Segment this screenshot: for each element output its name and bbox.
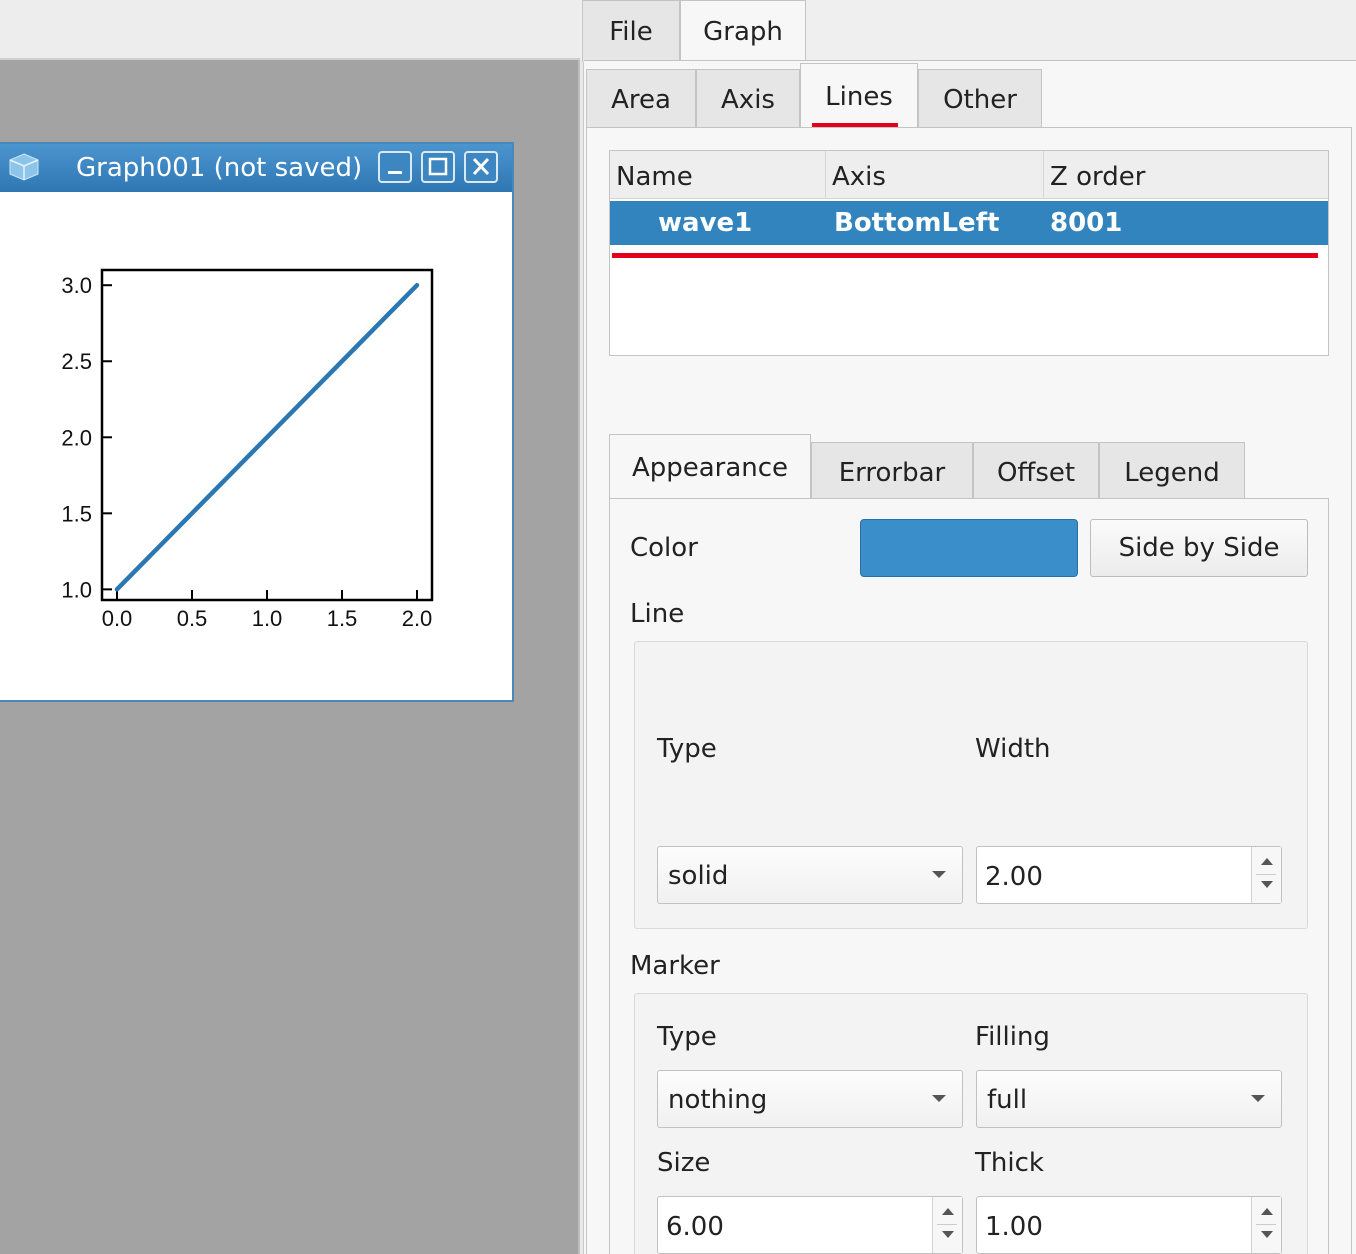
spin-arrows[interactable]	[1251, 1197, 1281, 1253]
spin-arrows[interactable]	[932, 1197, 962, 1253]
line-group: Type Width solid 2.00	[634, 641, 1308, 929]
marker-filling-label: Filling	[975, 1022, 1050, 1052]
tab-legend[interactable]: Legend	[1099, 442, 1245, 500]
color-label: Color	[630, 533, 698, 563]
tab-file[interactable]: File	[582, 0, 680, 62]
spin-up-icon[interactable]	[1261, 1208, 1273, 1215]
row-axis: BottomLeft	[834, 208, 1000, 238]
line-type-select[interactable]: solid	[657, 846, 963, 904]
marker-thick-label: Thick	[975, 1148, 1044, 1178]
y-tick-label: 1.0	[61, 577, 92, 602]
lines-table[interactable]: Name Axis Z order wave1 BottomLeft 8001	[609, 150, 1329, 356]
side-by-side-button[interactable]: Side by Side	[1090, 519, 1308, 577]
line-width-value: 2.00	[985, 862, 1043, 892]
properties-panel: File Graph Area Axis Lines Other Name Ax…	[582, 0, 1356, 1254]
marker-group: Type Filling nothing full Size Thick 6.0…	[634, 993, 1308, 1254]
marker-group-title: Marker	[630, 951, 720, 981]
line-type-label: Type	[657, 734, 717, 764]
line-plot[interactable]: 0.0 0.5 1.0 1.5 2.0 1.0 1.5 2.0 2.5 3.0	[30, 254, 450, 644]
row-name: wave1	[658, 208, 753, 238]
close-icon	[472, 157, 490, 176]
close-button[interactable]	[464, 151, 498, 183]
spin-arrows[interactable]	[1251, 847, 1281, 903]
spin-up-icon[interactable]	[1261, 858, 1273, 865]
line-type-value: solid	[668, 861, 729, 891]
y-tick-label: 2.5	[61, 349, 92, 374]
tab-offset[interactable]: Offset	[973, 442, 1099, 500]
app-cube-icon	[9, 153, 39, 181]
tab-appearance[interactable]: Appearance	[609, 434, 811, 500]
tab-graph[interactable]: Graph	[680, 0, 806, 62]
marker-thick-value: 1.00	[985, 1212, 1043, 1242]
line-group-title: Line	[630, 599, 685, 629]
marker-size-value: 6.00	[666, 1212, 724, 1242]
marker-filling-value: full	[987, 1085, 1028, 1115]
marker-type-select[interactable]: nothing	[657, 1070, 963, 1128]
graph-window[interactable]: Graph001 (not saved) 0.0 0.5 1.0 1.5 2.0 1.0 1…	[0, 142, 514, 702]
x-tick-label: 1.5	[327, 606, 358, 631]
graph-page: Area Axis Lines Other Name Axis Z order …	[584, 60, 1356, 1254]
maximize-button[interactable]	[421, 151, 455, 183]
row-highlight	[612, 253, 1318, 258]
column-header-name[interactable]: Name	[610, 151, 826, 199]
x-tick-label: 0.0	[102, 606, 133, 631]
marker-type-label: Type	[657, 1022, 717, 1052]
table-row[interactable]: wave1 BottomLeft 8001	[610, 201, 1328, 245]
graph-window-titlebar[interactable]: Graph001 (not saved)	[0, 144, 512, 192]
maximize-icon	[428, 157, 448, 176]
column-header-z-order[interactable]: Z order	[1044, 151, 1328, 199]
x-tick-label: 2.0	[402, 606, 433, 631]
minimize-button[interactable]	[378, 151, 412, 183]
line-settings: Appearance Errorbar Offset Legend Color …	[609, 434, 1329, 1254]
spin-up-icon[interactable]	[942, 1208, 954, 1215]
column-header-axis[interactable]: Axis	[826, 151, 1044, 199]
tab-errorbar[interactable]: Errorbar	[811, 442, 973, 500]
tab-other[interactable]: Other	[918, 69, 1042, 129]
chevron-down-icon	[932, 1095, 946, 1102]
marker-thick-spinbox[interactable]: 1.00	[976, 1196, 1282, 1254]
marker-type-value: nothing	[668, 1085, 768, 1115]
table-header: Name Axis Z order	[610, 151, 1328, 199]
x-tick-label: 1.0	[252, 606, 283, 631]
minimize-icon	[388, 171, 402, 174]
spin-down-icon[interactable]	[1261, 1231, 1273, 1238]
line-width-label: Width	[975, 734, 1051, 764]
y-tick-label: 3.0	[61, 273, 92, 298]
menu-strip	[0, 0, 580, 60]
tab-area[interactable]: Area	[586, 69, 696, 129]
tab-axis[interactable]: Axis	[696, 69, 800, 129]
color-button[interactable]	[860, 519, 1078, 577]
y-tick-label: 1.5	[61, 501, 92, 526]
marker-size-label: Size	[657, 1148, 711, 1178]
chevron-down-icon	[1251, 1095, 1265, 1102]
spin-down-icon[interactable]	[942, 1231, 954, 1238]
lines-page: Name Axis Z order wave1 BottomLeft 8001 …	[586, 127, 1352, 1254]
marker-size-spinbox[interactable]: 6.00	[657, 1196, 963, 1254]
spin-down-icon[interactable]	[1261, 881, 1273, 888]
row-z-order: 8001	[1050, 208, 1123, 238]
marker-filling-select[interactable]: full	[976, 1070, 1282, 1128]
graph-window-title: Graph001 (not saved)	[76, 153, 363, 183]
line-width-spinbox[interactable]: 2.00	[976, 846, 1282, 904]
tab-lines[interactable]: Lines	[800, 63, 918, 129]
chevron-down-icon	[932, 871, 946, 878]
y-tick-label: 2.0	[61, 425, 92, 450]
appearance-page: Color Side by Side Line Type Width solid…	[609, 498, 1329, 1254]
x-tick-label: 0.5	[177, 606, 208, 631]
